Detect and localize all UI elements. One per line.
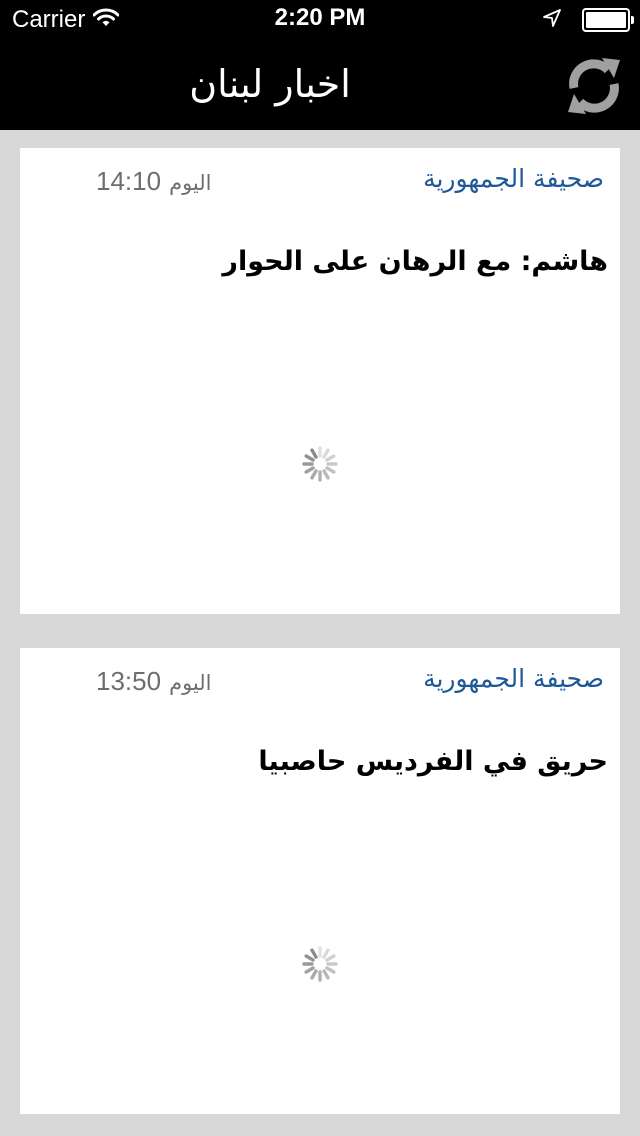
- spinner-spoke: [325, 966, 336, 974]
- news-time: 14:10 اليوم: [96, 166, 212, 197]
- spinner-spoke: [310, 948, 318, 959]
- refresh-button[interactable]: [560, 54, 628, 122]
- status-bar: Carrier 2:20 PM: [0, 0, 640, 40]
- spinner-spoke: [304, 466, 315, 474]
- refresh-icon: [562, 54, 626, 122]
- spinner-spoke: [322, 448, 330, 459]
- status-right: [542, 6, 634, 34]
- news-source[interactable]: صحيفة الجمهورية: [423, 164, 604, 193]
- spinner-spoke: [304, 454, 315, 462]
- screen: Carrier 2:20 PM اخبار لبنان صحيفة الجمهو…: [0, 0, 640, 1136]
- location-arrow-icon: [542, 8, 562, 32]
- news-time: 13:50 اليوم: [96, 666, 212, 697]
- nav-bar: اخبار لبنان: [0, 40, 640, 130]
- loading-spinner-icon: [302, 446, 338, 482]
- spinner-spoke: [310, 448, 318, 459]
- spinner-spoke: [322, 948, 330, 959]
- news-card[interactable]: صحيفة الجمهورية 14:10 اليوم هاشم: مع الر…: [20, 148, 620, 614]
- spinner-spoke: [304, 966, 315, 974]
- battery-fill: [586, 12, 626, 28]
- spinner-spoke: [325, 454, 336, 462]
- spinner-spoke: [304, 954, 315, 962]
- spinner-spoke: [322, 469, 330, 480]
- battery-icon: [582, 8, 634, 32]
- loading-spinner-icon: [302, 946, 338, 982]
- spinner-spoke: [322, 969, 330, 980]
- news-source[interactable]: صحيفة الجمهورية: [423, 664, 604, 693]
- news-headline[interactable]: هاشم: مع الرهان على الحوار: [40, 246, 608, 277]
- spinner-spoke: [310, 969, 318, 980]
- news-time-value: 14:10: [96, 166, 162, 196]
- news-time-value: 13:50: [96, 666, 162, 696]
- spinner-spoke: [325, 954, 336, 962]
- news-time-label: اليوم: [169, 171, 212, 195]
- news-card[interactable]: صحيفة الجمهورية 13:50 اليوم حريق في الفر…: [20, 648, 620, 1114]
- news-time-label: اليوم: [169, 671, 212, 695]
- spinner-spoke: [310, 469, 318, 480]
- nav-title: اخبار لبنان: [189, 62, 351, 106]
- battery-tip: [631, 16, 634, 24]
- news-headline[interactable]: حريق في الفرديس حاصبيا: [40, 746, 608, 777]
- spinner-spoke: [325, 466, 336, 474]
